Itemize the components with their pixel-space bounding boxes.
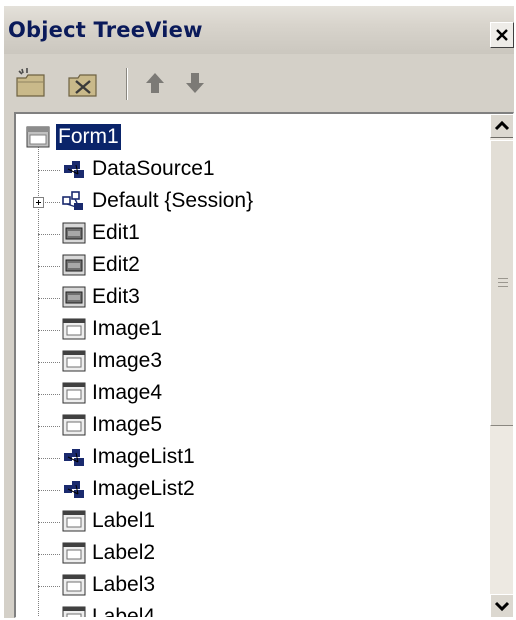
vertical-scrollbar[interactable]	[490, 114, 513, 617]
scroll-thumb[interactable]	[490, 140, 513, 426]
tree-node-label2[interactable]: Label2	[16, 538, 490, 570]
image-control-icon	[62, 510, 86, 532]
tree-node-imagelist1[interactable]: ImageList1	[16, 442, 490, 474]
tree-node-label: Image5	[92, 413, 163, 436]
tree-node-edit3[interactable]: Edit3	[16, 282, 490, 314]
component-icon	[64, 449, 84, 466]
toolbar	[4, 58, 514, 110]
form-icon	[26, 126, 50, 148]
component-icon	[64, 161, 84, 178]
object-treeview-panel: Object TreeView Form1 DataSource1 Defaul…	[4, 6, 514, 618]
session-icon	[62, 191, 83, 210]
tree-connector	[38, 266, 60, 267]
tree-node-label4[interactable]: Label4	[16, 602, 490, 618]
tree-node-imagelist2[interactable]: ImageList2	[16, 474, 490, 506]
tree-node-edit1[interactable]: Edit1	[16, 218, 490, 250]
image-control-icon	[62, 574, 86, 596]
tree-connector	[38, 554, 60, 555]
edit-control-icon	[62, 222, 86, 244]
title-bar[interactable]: Object TreeView	[4, 6, 514, 54]
tree-connector	[38, 170, 60, 171]
delete-item-button[interactable]	[66, 66, 100, 100]
scroll-up-button[interactable]	[490, 114, 513, 138]
thumb-grip	[498, 286, 508, 287]
tree-node-datasource1[interactable]: DataSource1	[16, 154, 490, 186]
thumb-grip	[498, 278, 508, 279]
tree-connector	[38, 362, 60, 363]
close-icon	[496, 29, 508, 41]
arrow-down-icon	[186, 73, 204, 93]
tree-node-label: Label1	[92, 509, 156, 532]
tree-node-label1[interactable]: Label1	[16, 506, 490, 538]
object-tree[interactable]: Form1 DataSource1 Default {Session} Edit…	[14, 112, 514, 618]
close-button[interactable]	[490, 22, 514, 48]
tree-node-label: Label2	[92, 541, 156, 564]
image-control-icon	[62, 414, 86, 436]
image-control-icon	[62, 350, 86, 372]
tree-connector	[38, 330, 60, 331]
tree-connector	[45, 202, 60, 203]
arrow-up-icon	[146, 73, 164, 93]
new-item-button[interactable]	[14, 66, 48, 100]
tree-node-label: DataSource1	[92, 157, 215, 180]
tree-node-label3[interactable]: Label3	[16, 570, 490, 602]
tree-connector	[38, 490, 60, 491]
image-control-icon	[62, 606, 86, 617]
tree-connector	[38, 394, 60, 395]
thumb-grip	[498, 282, 508, 283]
tree-node-image4[interactable]: Image4	[16, 378, 490, 410]
tree-node-image1[interactable]: Image1	[16, 314, 490, 346]
tree-node-label: ImageList2	[92, 477, 195, 500]
tree-node-form1[interactable]: Form1	[16, 122, 490, 154]
move-down-button[interactable]	[178, 66, 212, 100]
tree-node-image5[interactable]: Image5	[16, 410, 490, 442]
image-control-icon	[62, 382, 86, 404]
tree-node-label: ImageList1	[92, 445, 195, 468]
tree-node-image3[interactable]: Image3	[16, 346, 490, 378]
tree-node-label: Label3	[92, 573, 156, 596]
image-control-icon	[62, 542, 86, 564]
tree-connector	[38, 586, 60, 587]
component-icon	[64, 481, 84, 498]
expand-toggle[interactable]	[33, 197, 44, 208]
chevron-down-icon	[494, 601, 510, 612]
tree-connector	[38, 458, 60, 459]
delete-folder-icon	[68, 74, 97, 97]
tree-node-label: Image1	[92, 317, 163, 340]
edit-control-icon	[62, 286, 86, 308]
tree-node-label: Image3	[92, 349, 163, 372]
tree-node-default-session[interactable]: Default {Session}	[16, 186, 490, 218]
new-folder-icon	[16, 68, 45, 97]
tree-node-edit2[interactable]: Edit2	[16, 250, 490, 282]
tree-node-label: Default {Session}	[92, 189, 254, 212]
move-up-button[interactable]	[138, 66, 172, 100]
tree-connector	[38, 234, 60, 235]
edit-control-icon	[62, 254, 86, 276]
scroll-down-button[interactable]	[490, 594, 513, 617]
tree-node-label: Edit1	[92, 221, 140, 244]
tree-connector	[38, 426, 60, 427]
tree-node-label: Form1	[55, 123, 122, 151]
toolbar-separator	[126, 68, 128, 100]
tree-node-label: Edit3	[92, 285, 140, 308]
window-title: Object TreeView	[8, 18, 203, 42]
tree-node-label: Image4	[92, 381, 163, 404]
chevron-up-icon	[494, 120, 510, 131]
tree-node-label: Label4	[92, 605, 156, 618]
tree-rows: Form1 DataSource1 Default {Session} Edit…	[16, 114, 490, 618]
tree-connector	[38, 298, 60, 299]
tree-connector	[38, 522, 60, 523]
image-control-icon	[62, 318, 86, 340]
tree-node-label: Edit2	[92, 253, 140, 276]
